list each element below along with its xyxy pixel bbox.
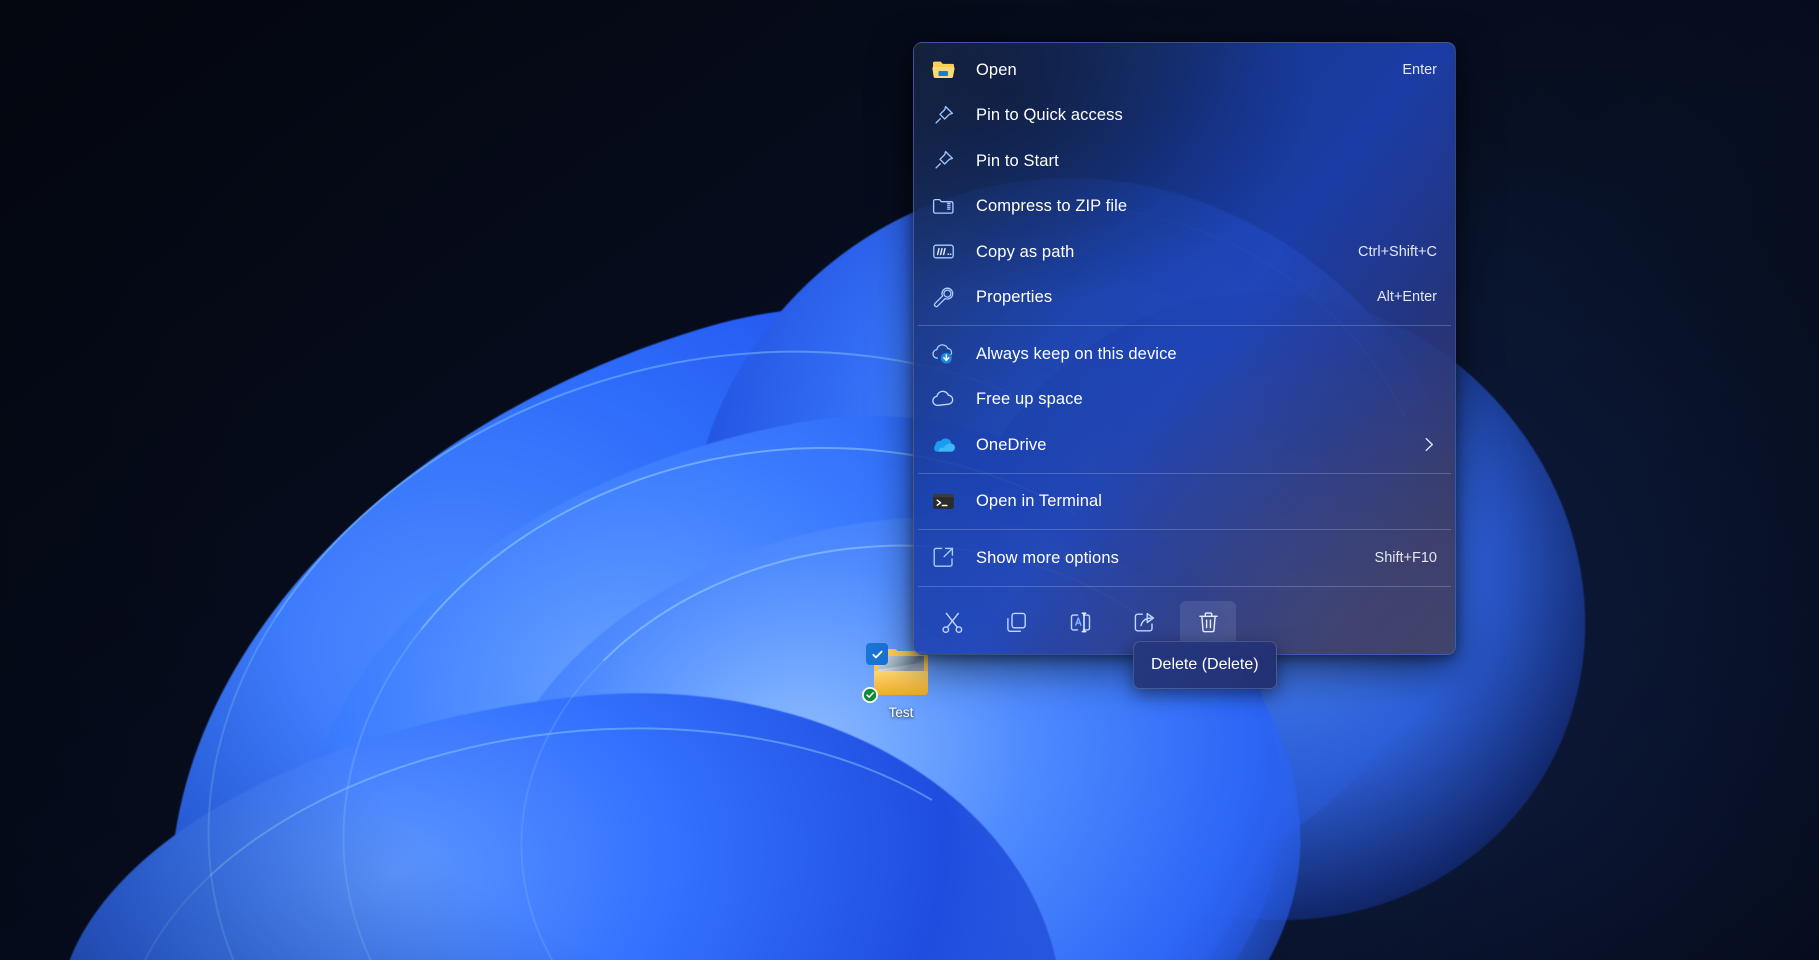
copy-as-path-icon <box>930 239 956 265</box>
pin-icon <box>930 148 956 174</box>
menu-separator-4 <box>918 586 1451 587</box>
menu-item-open[interactable]: Open Enter <box>914 47 1455 93</box>
menu-item-label: Always keep on this device <box>976 344 1423 364</box>
menu-item-show-more-options[interactable]: Show more options Shift+F10 <box>914 535 1455 581</box>
menu-group-more: Show more options Shift+F10 <box>914 535 1455 581</box>
menu-item-compress-to-zip[interactable]: Compress to ZIP file <box>914 184 1455 230</box>
onedrive-icon <box>930 432 956 458</box>
menu-item-always-keep-on-this-device[interactable]: Always keep on this device <box>914 331 1455 377</box>
menu-separator-1 <box>918 325 1451 326</box>
cloud-download-icon <box>930 341 956 367</box>
selection-checkmark-icon <box>866 643 888 665</box>
terminal-icon <box>930 488 956 514</box>
desktop[interactable]: Test Open Enter <box>0 0 1819 960</box>
menu-item-label: Properties <box>976 287 1363 307</box>
menu-item-label: Open <box>976 60 1388 80</box>
wrench-icon <box>930 284 956 310</box>
copy-icon <box>1004 610 1029 635</box>
chevron-right-icon <box>1421 437 1437 453</box>
folder-icon <box>872 649 930 699</box>
menu-separator-2 <box>918 473 1451 474</box>
menu-item-label: Copy as path <box>976 242 1344 262</box>
desktop-icon-test-folder[interactable]: Test <box>855 645 947 749</box>
menu-item-accelerator: Ctrl+Shift+C <box>1358 243 1437 261</box>
delete-tooltip: Delete (Delete) <box>1133 641 1277 689</box>
folder-front <box>874 671 928 695</box>
menu-item-accelerator: Shift+F10 <box>1375 549 1437 567</box>
menu-item-label: Show more options <box>976 548 1361 568</box>
menu-item-label: Free up space <box>976 389 1423 409</box>
cut-button[interactable] <box>924 601 980 645</box>
menu-item-label: Compress to ZIP file <box>976 196 1423 216</box>
scissors-icon <box>940 610 965 635</box>
context-menu[interactable]: Open Enter Pin to Quick access <box>913 42 1456 655</box>
folder-icon <box>930 57 956 83</box>
menu-item-accelerator: Alt+Enter <box>1377 288 1437 306</box>
menu-item-free-up-space[interactable]: Free up space <box>914 377 1455 423</box>
menu-group-onedrive: Always keep on this device Free up space <box>914 331 1455 468</box>
trash-icon <box>1196 610 1221 635</box>
menu-separator-3 <box>918 529 1451 530</box>
rename-icon <box>1068 610 1093 635</box>
onedrive-synced-badge-icon <box>862 687 878 703</box>
menu-item-label: OneDrive <box>976 435 1407 455</box>
menu-item-label: Pin to Quick access <box>976 105 1423 125</box>
show-more-icon <box>930 545 956 571</box>
pin-icon <box>930 102 956 128</box>
share-button[interactable] <box>1116 601 1172 645</box>
menu-item-open-in-terminal[interactable]: Open in Terminal <box>914 479 1455 525</box>
zip-folder-icon <box>930 193 956 219</box>
menu-item-onedrive[interactable]: OneDrive <box>914 422 1455 468</box>
menu-item-properties[interactable]: Properties Alt+Enter <box>914 275 1455 321</box>
copy-button[interactable] <box>988 601 1044 645</box>
share-icon <box>1132 610 1157 635</box>
menu-item-label: Open in Terminal <box>976 491 1423 511</box>
menu-group-terminal: Open in Terminal <box>914 479 1455 525</box>
desktop-icon-label: Test <box>889 705 914 721</box>
menu-item-label: Pin to Start <box>976 151 1423 171</box>
tooltip-text: Delete (Delete) <box>1151 655 1259 675</box>
rename-button[interactable] <box>1052 601 1108 645</box>
menu-item-copy-as-path[interactable]: Copy as path Ctrl+Shift+C <box>914 229 1455 275</box>
cloud-outline-icon <box>930 386 956 412</box>
menu-item-accelerator: Enter <box>1402 61 1437 79</box>
menu-group-primary: Open Enter Pin to Quick access <box>914 47 1455 320</box>
delete-button[interactable] <box>1180 601 1236 645</box>
menu-item-pin-to-quick-access[interactable]: Pin to Quick access <box>914 93 1455 139</box>
menu-item-pin-to-start[interactable]: Pin to Start <box>914 138 1455 184</box>
